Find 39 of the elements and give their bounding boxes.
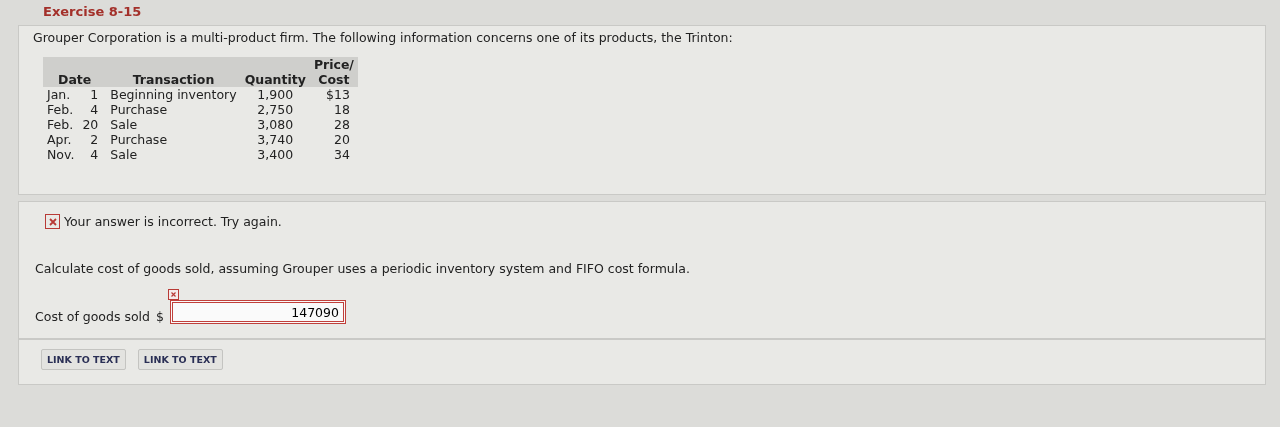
table-cell-text: 2,750 <box>256 102 295 117</box>
feedback-message: Your answer is incorrect. Try again. <box>64 214 282 229</box>
table-cell: Jan. <box>43 87 79 102</box>
table-cell-text: 20 <box>81 117 100 132</box>
column-header: Quantity <box>240 57 310 87</box>
table-cell-text: Nov. <box>46 147 76 162</box>
table-cell-text: 4 <box>89 102 100 117</box>
column-header: Date <box>43 57 107 87</box>
table-cell: Purchase <box>106 102 241 117</box>
table-cell-text: 3,400 <box>256 147 295 162</box>
table-cell-text: Feb. <box>46 117 75 132</box>
table-cell-text: 3,080 <box>256 117 295 132</box>
table-cell-text: 28 <box>333 117 351 132</box>
question-text: Calculate cost of goods sold, assuming Grouper uses a periodic inventory system and FIFO cost formula. <box>35 261 691 276</box>
table-cell-text: Sale <box>109 147 139 162</box>
table-cell-text: Apr. <box>46 132 73 147</box>
answer-field[interactable]: 147090 <box>169 300 346 324</box>
exercise-title: Exercise 8-15 <box>43 4 143 19</box>
intro-text: Grouper Corporation is a multi-product firm. The following information concerns one of its products, the Trinton: <box>33 30 734 45</box>
table-cell-text: 4 <box>89 147 100 162</box>
table-cell: $13 <box>309 87 358 102</box>
answer-label: Cost of goods sold <box>35 309 150 324</box>
link-to-text-button[interactable]: LINK TO TEXT <box>41 349 126 370</box>
error-mark-icon <box>167 289 179 300</box>
link-to-text-button[interactable]: LINK TO TEXT <box>137 349 223 370</box>
table-cell-text: 20 <box>333 132 351 147</box>
currency-sign: $ <box>156 309 164 324</box>
table-cell-text: Feb. <box>46 102 75 117</box>
table-cell-text: 3,740 <box>256 132 295 147</box>
table-cell-text: 18 <box>333 102 351 117</box>
table-cell-text: 2 <box>89 132 100 147</box>
table-cell: 1,900 <box>240 87 310 102</box>
table-cell: Beginning inventory <box>106 87 241 102</box>
table-cell: 1 <box>78 87 107 102</box>
table-cell-text: Sale <box>109 117 139 132</box>
table-cell-text: Purchase <box>109 132 169 147</box>
column-header: Price/ Cost <box>309 57 358 87</box>
column-header: Transaction <box>106 57 241 87</box>
table-cell-text: 34 <box>333 147 351 162</box>
